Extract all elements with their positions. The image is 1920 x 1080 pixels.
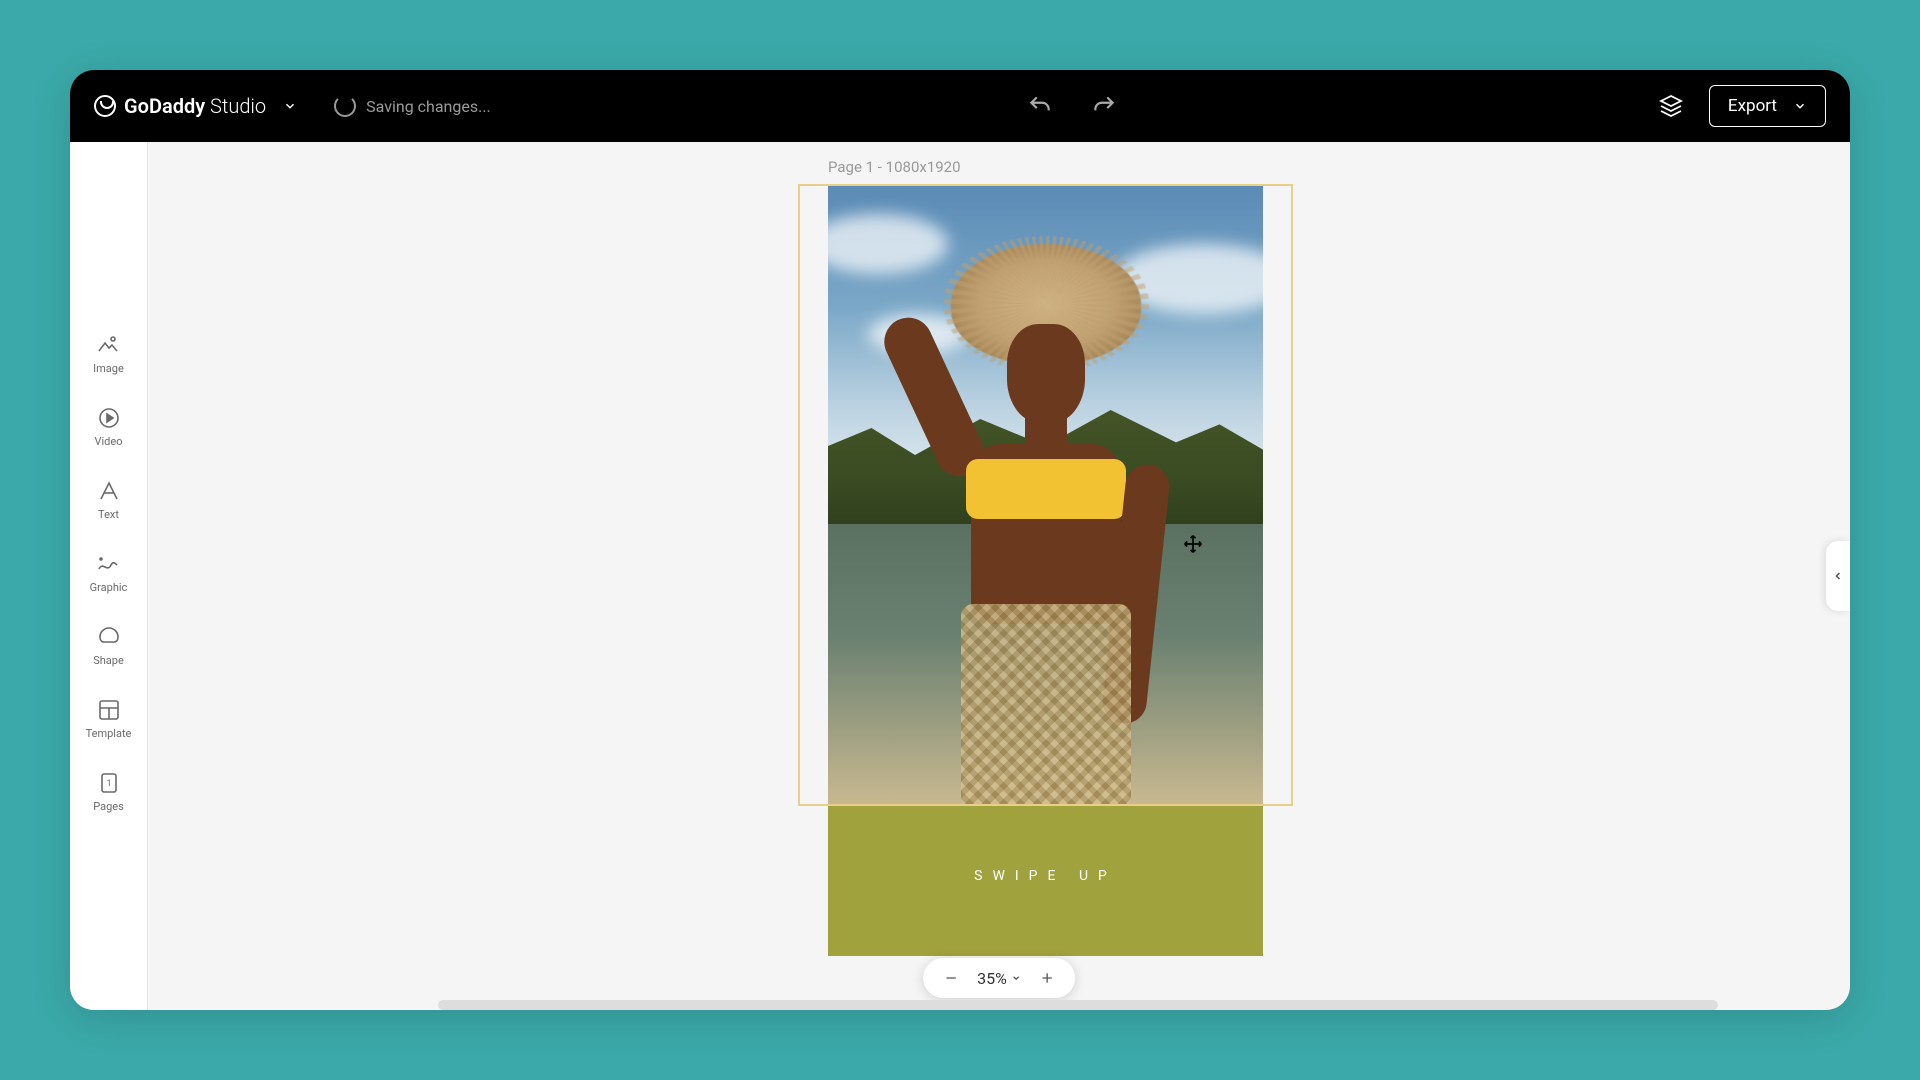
left-toolbar: Image Video Text Graphic [70, 142, 148, 1010]
skirt [961, 604, 1131, 804]
topbar-right: Export [1653, 85, 1826, 127]
top-garment [966, 459, 1126, 519]
app-window: GoDaddy Studio Saving changes... Export [70, 70, 1850, 1010]
redo-icon [1091, 93, 1117, 119]
godaddy-logo-icon [94, 95, 116, 117]
tool-image[interactable]: Image [93, 332, 124, 375]
horizontal-scrollbar[interactable] [438, 1000, 1718, 1010]
tool-video[interactable]: Video [95, 405, 123, 448]
graphic-icon [95, 551, 121, 577]
tool-shape-label: Shape [93, 654, 124, 667]
zoom-in-button[interactable] [1037, 968, 1057, 988]
brand-light: Studio [205, 94, 266, 118]
shape-icon [96, 624, 122, 650]
video-icon [96, 405, 122, 431]
swipe-up-text[interactable]: SWIPE UP [828, 868, 1263, 884]
spinner-icon [334, 95, 356, 117]
tool-text-label: Text [98, 508, 119, 521]
zoom-control: 35% [923, 958, 1075, 998]
save-status-text: Saving changes... [366, 97, 491, 116]
tool-template-label: Template [86, 727, 132, 740]
tool-template[interactable]: Template [86, 697, 132, 740]
layers-icon [1659, 94, 1683, 118]
chevron-down-icon [1011, 973, 1021, 983]
brand-bold: GoDaddy [124, 94, 205, 118]
face [1007, 324, 1085, 424]
tool-text[interactable]: Text [96, 478, 122, 521]
chevron-left-icon [1832, 570, 1844, 582]
design-photo-layer[interactable] [828, 184, 1263, 804]
tool-shape[interactable]: Shape [93, 624, 124, 667]
topbar: GoDaddy Studio Saving changes... Export [70, 70, 1850, 142]
redo-button[interactable] [1086, 88, 1122, 124]
text-icon [96, 478, 122, 504]
plus-icon [1039, 970, 1055, 986]
design-canvas[interactable]: SWIPE UP [828, 184, 1263, 956]
brand-logo[interactable]: GoDaddy Studio [94, 94, 266, 118]
zoom-value-dropdown[interactable]: 35% [977, 969, 1021, 988]
canvas-area[interactable]: Page 1 - 1080x1920 [148, 142, 1850, 1010]
chevron-down-icon [283, 99, 297, 113]
brand-menu-chevron[interactable] [274, 90, 306, 122]
history-controls [491, 88, 1653, 124]
person-figure [916, 244, 1176, 804]
tool-graphic[interactable]: Graphic [90, 551, 128, 594]
pages-icon: 1 [96, 770, 122, 796]
chevron-down-icon [1793, 99, 1807, 113]
save-status: Saving changes... [334, 95, 491, 117]
zoom-out-button[interactable] [941, 968, 961, 988]
brand-text: GoDaddy Studio [124, 94, 266, 118]
undo-icon [1027, 93, 1053, 119]
tool-video-label: Video [95, 435, 123, 448]
undo-button[interactable] [1022, 88, 1058, 124]
body-area: Image Video Text Graphic [70, 142, 1850, 1010]
export-label: Export [1728, 96, 1777, 116]
tool-image-label: Image [93, 362, 124, 375]
layers-button[interactable] [1653, 88, 1689, 124]
right-panel-collapse[interactable] [1826, 541, 1850, 611]
template-icon [96, 697, 122, 723]
svg-text:1: 1 [106, 779, 111, 789]
minus-icon [943, 970, 959, 986]
page-label: Page 1 - 1080x1920 [828, 158, 961, 176]
tool-pages-label: Pages [93, 800, 124, 813]
image-icon [95, 332, 121, 358]
tool-graphic-label: Graphic [90, 581, 128, 594]
zoom-value-text: 35% [977, 969, 1007, 988]
export-button[interactable]: Export [1709, 85, 1826, 127]
tool-pages[interactable]: 1 Pages [93, 770, 124, 813]
